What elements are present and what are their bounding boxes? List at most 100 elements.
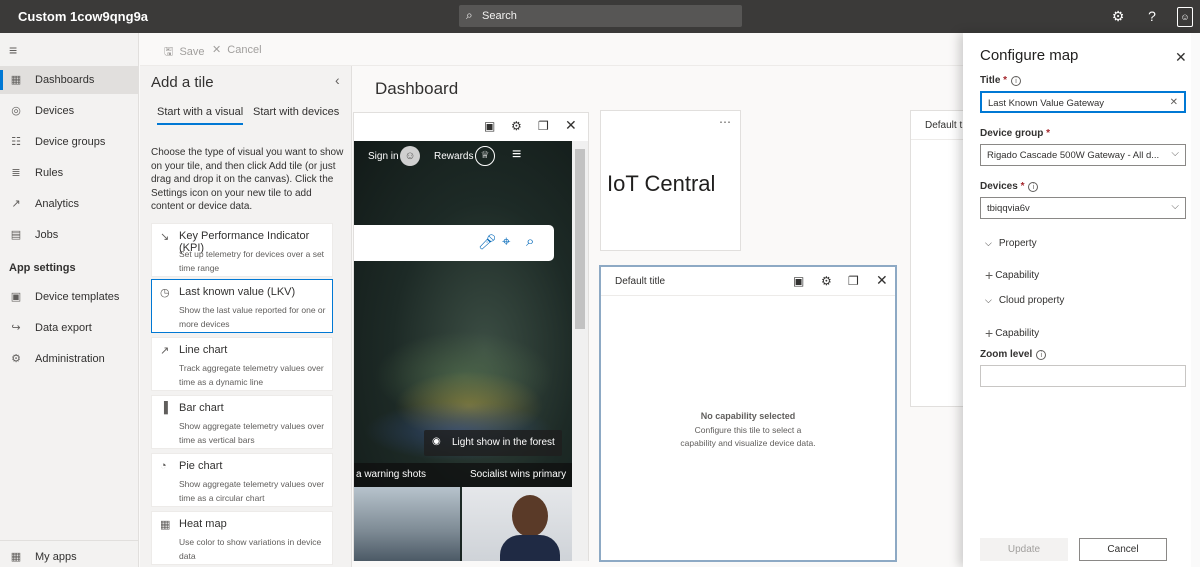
- close-icon[interactable]: ✕: [876, 272, 888, 289]
- jobs-icon: ▤: [10, 229, 22, 241]
- gear-icon[interactable]: ⚙: [511, 119, 522, 133]
- section-label: Property: [998, 238, 1037, 249]
- microphone-icon[interactable]: 🎤︎: [478, 233, 497, 251]
- info-icon[interactable]: i: [1011, 76, 1022, 86]
- panel-scrollbar[interactable]: [1191, 33, 1200, 567]
- device-group-select[interactable]: Rigado Cascade 500W Gateway - All d... ⌵: [980, 144, 1186, 166]
- app-title[interactable]: Custom 1cow9qng9a: [18, 9, 148, 24]
- info-icon[interactable]: i: [1028, 182, 1039, 192]
- gear-icon[interactable]: ⚙: [821, 274, 832, 288]
- nav-item-jobs[interactable]: ▤ Jobs: [0, 221, 139, 249]
- copy-icon[interactable]: ❐: [848, 274, 859, 288]
- update-button[interactable]: Update: [980, 538, 1068, 561]
- web-search-box[interactable]: 🎤︎ ⌖ ⌕: [354, 225, 554, 261]
- tile-option-heat-map[interactable]: ▦ Heat map Use color to show variations …: [151, 511, 333, 565]
- top-bar: Custom 1cow9qng9a ⌕ Search ⚙ ? ☺: [0, 0, 1200, 33]
- news-image-person[interactable]: [462, 487, 572, 561]
- analytics-icon: ↗: [11, 198, 21, 210]
- nav-item-data-export[interactable]: ↪ Data export: [0, 314, 139, 342]
- administration-icon: ⚙: [11, 353, 21, 365]
- iot-central-label: IoT Central: [607, 171, 716, 196]
- news-headline-right[interactable]: Socialist wins primary: [470, 469, 566, 480]
- add-cloud-capability[interactable]: + Capability: [985, 325, 1039, 341]
- iot-central-tile[interactable]: ⋯ IoT Central: [600, 110, 741, 251]
- menu-icon[interactable]: ≡: [512, 146, 521, 164]
- close-icon[interactable]: ✕: [1175, 49, 1187, 66]
- tab-start-with-visual[interactable]: Start with a visual: [157, 106, 244, 125]
- nav-item-label: Data export: [35, 322, 92, 334]
- nav-section-app-settings: App settings: [9, 262, 76, 274]
- save-label: Save: [179, 46, 205, 58]
- devices-select[interactable]: tbiqqvia6v ⌵: [980, 197, 1186, 219]
- nav-item-my-apps[interactable]: ▦ My apps: [0, 543, 139, 567]
- web-page-preview[interactable]: Sign in ☺ Rewards ♕ ≡ 🎤︎ ⌖ ⌕ ◉ Light sho…: [354, 141, 572, 561]
- title-field-label: Title * i: [980, 75, 1022, 86]
- nav-item-dashboards[interactable]: ▦ Dashboards: [0, 66, 139, 94]
- hamburger-icon[interactable]: ≡: [9, 42, 17, 58]
- nav-item-devices[interactable]: ◎ Devices: [0, 97, 139, 125]
- nav-item-device-groups[interactable]: ☷ Device groups: [0, 128, 139, 156]
- search-icon[interactable]: ⌕: [526, 233, 534, 250]
- clear-icon[interactable]: ✕: [1170, 97, 1178, 108]
- title-input[interactable]: Last Known Value Gateway ✕: [980, 91, 1186, 113]
- copy-icon[interactable]: ❐: [538, 119, 549, 133]
- tile-option-name: Heat map: [179, 518, 227, 530]
- gear-icon[interactable]: ⚙: [1109, 7, 1127, 25]
- sign-in-link[interactable]: Sign in: [368, 151, 399, 162]
- question-icon[interactable]: ?: [1143, 7, 1161, 25]
- search-box[interactable]: ⌕ Search: [459, 5, 742, 27]
- rewards-link[interactable]: Rewards: [434, 151, 473, 162]
- cancel-button[interactable]: Cancel: [1079, 538, 1167, 561]
- nav-item-analytics[interactable]: ↗ Analytics: [0, 190, 139, 218]
- resize-icon[interactable]: ▣: [793, 274, 804, 288]
- nav-item-label: Devices: [35, 105, 75, 117]
- clock-icon: ◷: [160, 287, 170, 299]
- zoom-level-input[interactable]: [980, 365, 1186, 387]
- person-body: [500, 535, 560, 561]
- tile-option-line-chart[interactable]: ↗ Line chart Track aggregate telemetry v…: [151, 337, 333, 391]
- tile-option-bar-chart[interactable]: ▐ Bar chart Show aggregate telemetry val…: [151, 395, 333, 449]
- cancel-button[interactable]: ✕ Cancel: [212, 43, 262, 56]
- resize-icon[interactable]: ▣: [484, 119, 495, 133]
- tile-header: ▣ ⚙ ❐ ✕: [354, 113, 588, 140]
- dashboard-title: Dashboard: [375, 79, 459, 98]
- tile-option-lkv[interactable]: ◷ Last known value (LKV) Show the last v…: [151, 279, 333, 333]
- visual-search-icon[interactable]: ⌖: [502, 233, 510, 250]
- news-image-ship[interactable]: [354, 487, 460, 561]
- property-section[interactable]: ⌵ Property: [985, 238, 1037, 249]
- chevron-left-icon[interactable]: ‹: [335, 72, 340, 88]
- required-marker: *: [1017, 181, 1025, 192]
- nav-item-device-templates[interactable]: ▣ Device templates: [0, 283, 139, 311]
- add-property-capability[interactable]: + Capability: [985, 267, 1039, 283]
- chevron-down-icon: ⌵: [1171, 201, 1179, 212]
- tile-option-desc: Show aggregate telemetry values over tim…: [179, 421, 325, 445]
- web-content-tile[interactable]: ▣ ⚙ ❐ ✕ Sign in ☺ Rewards ♕ ≡ 🎤︎ ⌖ ⌕ ◉ L…: [353, 112, 589, 561]
- nav-item-administration[interactable]: ⚙ Administration: [0, 345, 139, 373]
- scrollbar-thumb[interactable]: [575, 149, 585, 329]
- empty-state-description: Configure this tile to select a capabili…: [680, 425, 816, 448]
- label-text: Devices: [980, 181, 1018, 192]
- close-icon[interactable]: ✕: [565, 117, 577, 134]
- trophy-icon[interactable]: ♕: [475, 146, 495, 166]
- news-headline-left[interactable]: a warning shots: [356, 469, 426, 480]
- tab-start-with-devices[interactable]: Start with devices: [253, 106, 339, 118]
- required-marker: *: [1000, 75, 1008, 86]
- avatar-icon[interactable]: ☺: [400, 146, 420, 166]
- save-button[interactable]: 🖫 Save: [164, 43, 205, 62]
- user-icon[interactable]: ☺: [1177, 7, 1193, 27]
- dashboard-icon: ▦: [10, 74, 22, 86]
- device-icon: ◎: [11, 105, 21, 117]
- tile-option-kpi[interactable]: ↘ Key Performance Indicator (KPI) Set up…: [151, 223, 333, 277]
- cloud-property-section[interactable]: ⌵ Cloud property: [985, 295, 1064, 306]
- default-tile-selected[interactable]: Default title ▣ ⚙ ❐ ✕ No capability sele…: [599, 265, 897, 562]
- image-caption[interactable]: ◉ Light show in the forest: [424, 430, 562, 456]
- configure-panel: Configure map ✕ Title * i Last Known Valu…: [963, 33, 1200, 567]
- nav-item-rules[interactable]: ≣ Rules: [0, 159, 139, 187]
- tile-option-pie-chart[interactable]: ◔ Pie chart Show aggregate telemetry val…: [151, 453, 333, 507]
- info-icon[interactable]: i: [1036, 350, 1047, 360]
- more-icon[interactable]: ⋯: [719, 115, 731, 129]
- nav-item-label: Device groups: [35, 136, 106, 148]
- location-icon: ◉: [432, 436, 441, 447]
- scrollbar[interactable]: [572, 141, 588, 561]
- tile-option-name: Pie chart: [179, 460, 223, 472]
